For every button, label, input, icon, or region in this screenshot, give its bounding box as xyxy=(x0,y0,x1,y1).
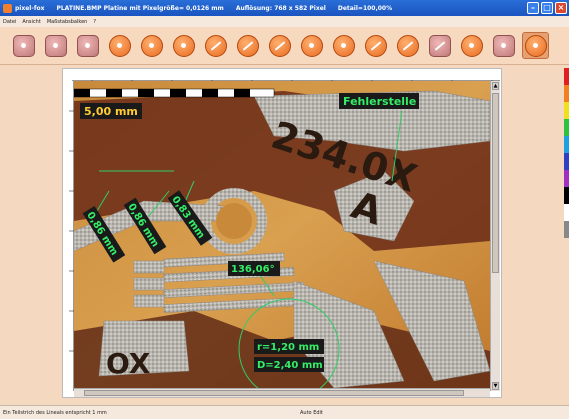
parallel-line-icon xyxy=(236,34,259,57)
export-button[interactable] xyxy=(490,32,517,59)
status-bar: Ein Teilstrich des Lineals entspricht 1 … xyxy=(0,405,569,419)
toolbar xyxy=(0,27,569,65)
app-window: pixel-fox PLATINE.BMP Platine mit Pixelg… xyxy=(0,0,569,419)
status-ruler-info: Ein Teilstrich des Lineals entspricht 1 … xyxy=(3,409,107,416)
resolution-info: Auflösung: 768 x 582 Pixel xyxy=(235,4,326,12)
calibrate-button[interactable] xyxy=(106,32,133,59)
horizontal-scrollbar[interactable] xyxy=(74,388,490,397)
capture-icon xyxy=(12,34,35,57)
angle-icon xyxy=(268,34,291,57)
pcb-image[interactable]: 234.0X A OX 5,00 mm Fehlerstelle 0,86 mm… xyxy=(74,81,490,388)
capture-button[interactable] xyxy=(10,32,37,59)
parallel-line-button[interactable] xyxy=(234,32,261,59)
annotation-scale: 5,00 mm xyxy=(80,103,142,119)
menu-bar: Datei Ansicht Maßstabsbalken ? xyxy=(0,16,569,27)
polygon-icon xyxy=(332,34,355,57)
minimize-icon[interactable]: – xyxy=(527,2,539,14)
close-icon[interactable]: × xyxy=(555,2,567,14)
annotation-defect: Fehlerstelle xyxy=(339,93,419,109)
circle-icon xyxy=(300,34,323,57)
window-controls: – □ × xyxy=(527,2,567,14)
save-file-button[interactable] xyxy=(74,32,101,59)
line-button[interactable] xyxy=(362,32,389,59)
save-image-button[interactable] xyxy=(42,32,69,59)
color-palette[interactable] xyxy=(564,68,569,238)
svg-text:D=2,40 mm: D=2,40 mm xyxy=(257,360,323,371)
export-icon xyxy=(492,34,515,57)
app-icon xyxy=(3,3,12,13)
settings-icon xyxy=(524,34,547,57)
scale-bar xyxy=(74,88,275,98)
menu-item-massstabsbalken[interactable]: Maßstabsbalken xyxy=(47,19,88,25)
point-button[interactable] xyxy=(170,32,197,59)
zoom-button[interactable] xyxy=(458,32,485,59)
menu-item-ansicht[interactable]: Ansicht xyxy=(22,19,40,25)
pen-icon xyxy=(396,34,419,57)
point-icon xyxy=(172,34,195,57)
angle-button[interactable] xyxy=(266,32,293,59)
annotation-angle: 136,06° xyxy=(228,261,280,276)
pen-button[interactable] xyxy=(394,32,421,59)
annotation-radius: r=1,20 mm xyxy=(254,339,324,354)
annotation-diameter: D=2,40 mm xyxy=(254,357,324,372)
pcb-corner-text: OX xyxy=(106,347,151,380)
scale-icon xyxy=(140,34,163,57)
vertical-scrollbar[interactable]: ▲ ▼ xyxy=(490,81,500,391)
svg-text:r=1,20 mm: r=1,20 mm xyxy=(257,342,319,353)
detail-info: Detail=100,00% xyxy=(337,4,393,12)
line-icon xyxy=(364,34,387,57)
horizontal-ruler xyxy=(72,70,500,85)
scroll-up-icon[interactable]: ▲ xyxy=(492,82,499,90)
scale-button[interactable] xyxy=(138,32,165,59)
menu-item-datei[interactable]: Datei xyxy=(3,19,16,25)
distance-icon xyxy=(204,34,227,57)
svg-text:Fehlerstelle: Fehlerstelle xyxy=(343,95,416,108)
zoom-icon xyxy=(460,34,483,57)
vertical-scroll-thumb[interactable] xyxy=(492,93,499,273)
file-title: PLATINE.BMP Platine mit Pixelgröße= 0,01… xyxy=(56,4,224,12)
svg-text:136,06°: 136,06° xyxy=(231,264,275,275)
app-title: pixel-fox xyxy=(15,4,45,12)
circle-button[interactable] xyxy=(298,32,325,59)
title-bar[interactable]: pixel-fox PLATINE.BMP Platine mit Pixelg… xyxy=(0,0,569,16)
edit-button[interactable] xyxy=(426,32,453,59)
save-file-icon xyxy=(76,34,99,57)
calibrate-icon xyxy=(108,34,131,57)
distance-button[interactable] xyxy=(202,32,229,59)
polygon-button[interactable] xyxy=(330,32,357,59)
vertical-ruler xyxy=(64,81,74,391)
horizontal-scroll-thumb[interactable] xyxy=(84,390,464,396)
maximize-icon[interactable]: □ xyxy=(541,2,553,14)
scroll-down-icon[interactable]: ▼ xyxy=(492,382,499,390)
save-image-icon xyxy=(44,34,67,57)
svg-text:5,00 mm: 5,00 mm xyxy=(84,105,138,118)
menu-item-help[interactable]: ? xyxy=(93,19,96,25)
status-mode: Auto Edit xyxy=(300,409,323,416)
edit-icon xyxy=(428,34,451,57)
settings-button[interactable] xyxy=(522,32,549,59)
